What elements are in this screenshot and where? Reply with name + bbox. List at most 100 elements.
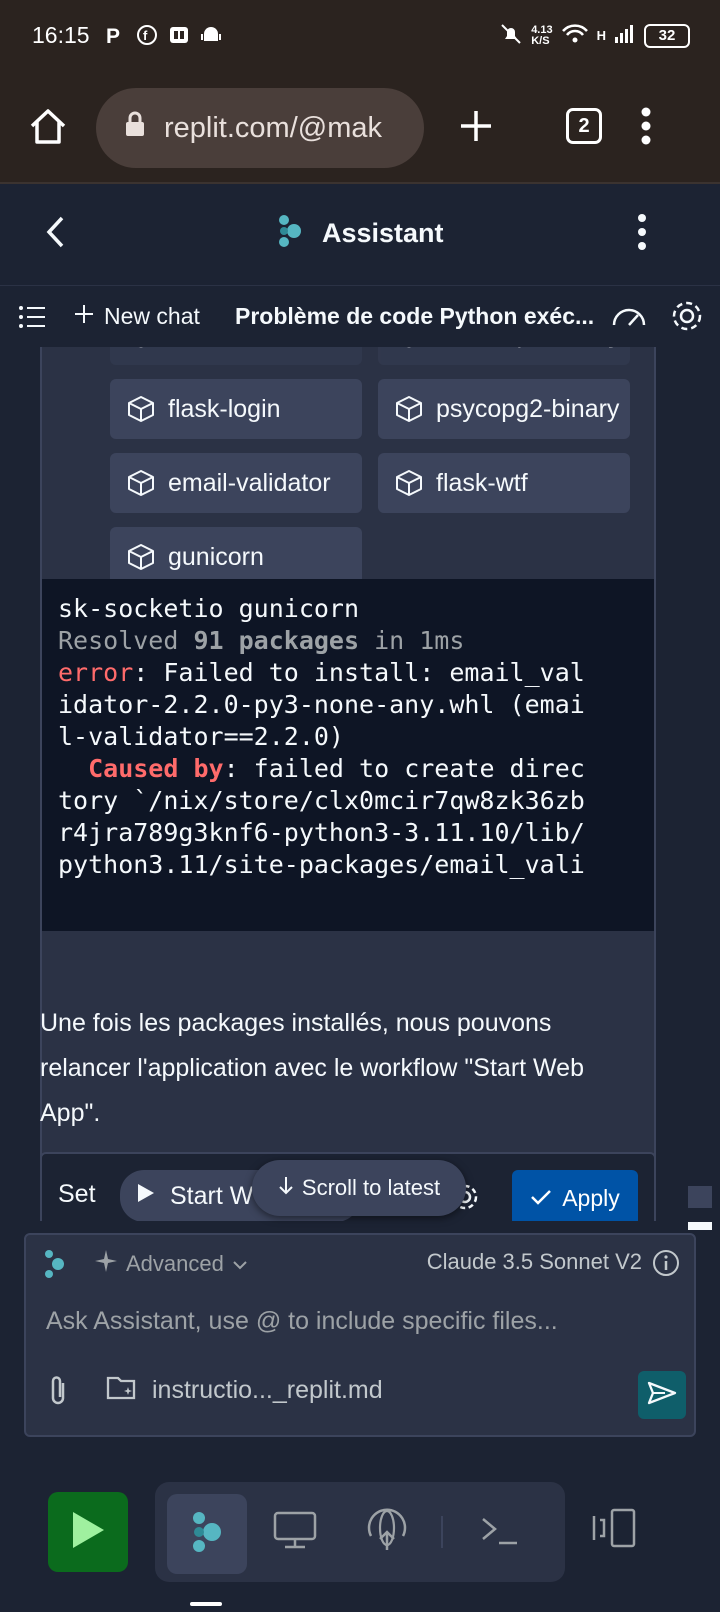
package-label: gunicorn bbox=[168, 542, 264, 571]
package-chip[interactable]: gunicorn bbox=[110, 527, 362, 587]
dock-shell-tab[interactable] bbox=[473, 1506, 525, 1558]
dock-webview-tab[interactable] bbox=[269, 1506, 321, 1558]
status-time: 16:15 bbox=[32, 22, 90, 48]
status-right: 4.13 K/S H 32 bbox=[499, 22, 690, 49]
terminal-line: python3.11/site-packages/email_vali bbox=[58, 850, 585, 879]
network-type: H bbox=[596, 28, 606, 43]
assistant-header: Assistant bbox=[0, 186, 720, 286]
package-chip[interactable]: flask-login bbox=[110, 379, 362, 439]
url-bar[interactable]: replit.com/@mak bbox=[96, 88, 424, 168]
new-tab-icon[interactable] bbox=[458, 108, 494, 149]
panel-layout-icon[interactable] bbox=[590, 1508, 638, 1553]
apply-button[interactable]: Apply bbox=[512, 1170, 638, 1221]
browser-menu-icon[interactable] bbox=[640, 106, 652, 151]
play-icon bbox=[136, 1182, 156, 1211]
settings-gear-icon[interactable] bbox=[670, 299, 704, 338]
signal-icon bbox=[614, 23, 636, 48]
url-text: replit.com/@mak bbox=[164, 111, 382, 144]
terminal-text: : Failed to install: email_val bbox=[133, 658, 585, 687]
lock-icon bbox=[124, 111, 146, 145]
package-label: flask-wtf bbox=[436, 468, 528, 497]
terminal-line: r4jra789g3knf6-python3-3.11.10/lib/ bbox=[58, 818, 585, 847]
terminal-line: Caused by: failed to create direc bbox=[58, 753, 654, 785]
chat-input-panel: Advanced Claude 3.5 Sonnet V2 Ask Assist… bbox=[24, 1233, 696, 1437]
apply-label: Apply bbox=[562, 1184, 620, 1211]
package-chip[interactable]: psycopg2-binary bbox=[378, 379, 630, 439]
workflow-chip-label: Start W bbox=[170, 1181, 254, 1210]
package-label: flask-sqlalchemy bbox=[436, 347, 621, 350]
net-speed-value: 4.13 bbox=[531, 23, 553, 36]
chevron-down-icon bbox=[232, 1251, 248, 1277]
assistant-logo-icon bbox=[191, 1510, 223, 1559]
attached-file-chip[interactable]: instructio..._replit.md bbox=[106, 1373, 383, 1408]
browser-toolbar: replit.com/@mak 2 bbox=[0, 72, 720, 184]
terminal-line: tory `/nix/store/clx0mcir7qw8zk36zb bbox=[58, 786, 585, 815]
model-selector[interactable]: Claude 3.5 Sonnet V2 bbox=[427, 1249, 642, 1275]
back-chevron-icon[interactable] bbox=[44, 214, 68, 255]
folder-sparkle-icon bbox=[106, 1373, 138, 1408]
assistant-menu-icon[interactable] bbox=[636, 212, 648, 257]
new-chat-button[interactable]: New chat bbox=[74, 303, 200, 330]
send-button[interactable] bbox=[638, 1371, 686, 1419]
package-chip[interactable]: email-validator bbox=[110, 453, 362, 513]
news-icon bbox=[168, 24, 190, 46]
terminal-line: idator-2.2.0-py3-none-any.whl (emai bbox=[58, 690, 585, 719]
terminal-line: sk-socketio gunicorn bbox=[58, 594, 360, 623]
assistant-logo-icon bbox=[278, 214, 302, 253]
scroll-to-latest-label: Scroll to latest bbox=[301, 1175, 441, 1200]
terminal-line: l-validator==2.2.0) bbox=[58, 722, 344, 751]
home-icon[interactable] bbox=[28, 106, 68, 151]
package-label: email-validator bbox=[168, 468, 331, 497]
workspace-dock bbox=[155, 1482, 565, 1582]
package-box-icon bbox=[128, 396, 154, 422]
facebook-icon: f bbox=[136, 24, 158, 46]
terminal-line: error: Failed to install: email_val bbox=[58, 657, 654, 689]
svg-text:P: P bbox=[106, 25, 120, 46]
play-icon bbox=[70, 1510, 106, 1555]
scroll-marker bbox=[688, 1186, 712, 1208]
caused-by-label: Caused by bbox=[58, 754, 224, 783]
package-label: flask-socketio bbox=[168, 347, 319, 350]
deploy-globe-icon bbox=[365, 1508, 409, 1557]
send-arrow-icon bbox=[647, 1380, 677, 1411]
chat-title[interactable]: Problème de code Python exéc... bbox=[235, 303, 595, 330]
terminal-output[interactable]: sk-socketio gunicorn Resolved 91 packages… bbox=[42, 579, 654, 931]
chat-input[interactable]: Ask Assistant, use @ to include specific… bbox=[46, 1307, 558, 1336]
assistant-message-text: Une fois les packages installés, nous po… bbox=[40, 1009, 584, 1127]
terminal-prompt-icon bbox=[479, 1513, 519, 1552]
parking-icon: P bbox=[104, 24, 126, 48]
dock-assistant-tab[interactable] bbox=[167, 1494, 247, 1574]
mode-label: Advanced bbox=[126, 1251, 224, 1276]
chat-toolbar: New chat Problème de code Python exéc... bbox=[0, 287, 720, 347]
package-box-icon bbox=[406, 347, 412, 348]
run-button[interactable] bbox=[48, 1492, 128, 1572]
info-icon[interactable] bbox=[652, 1249, 680, 1282]
scroll-to-latest-button[interactable]: Scroll to latest bbox=[252, 1160, 466, 1216]
attached-file-name: instructio..._replit.md bbox=[152, 1376, 383, 1404]
mute-bell-icon bbox=[499, 22, 523, 49]
package-box-icon bbox=[396, 470, 422, 496]
usage-gauge-icon[interactable] bbox=[610, 301, 648, 336]
net-speed: 4.13 K/S bbox=[531, 23, 553, 47]
error-label: error bbox=[58, 658, 134, 687]
plus-icon bbox=[74, 303, 94, 330]
gesture-home-indicator bbox=[190, 1602, 222, 1606]
assistant-logo-icon bbox=[44, 1249, 66, 1284]
check-icon bbox=[530, 1185, 552, 1212]
status-bar: 16:15 P f 4.13 K/S H 32 bbox=[0, 0, 720, 72]
assistant-title: Assistant bbox=[322, 218, 444, 248]
package-chip[interactable]: flask-socketio bbox=[110, 347, 362, 365]
attach-paperclip-icon[interactable] bbox=[46, 1375, 70, 1412]
sparkle-icon bbox=[94, 1249, 118, 1279]
tab-switcher-button[interactable]: 2 bbox=[566, 108, 602, 144]
package-chip[interactable]: flask-sqlalchemy bbox=[378, 347, 630, 365]
package-chip[interactable]: flask-wtf bbox=[378, 453, 630, 513]
package-label: psycopg2-binary bbox=[436, 394, 620, 423]
svg-text:f: f bbox=[143, 28, 148, 43]
package-box-icon bbox=[396, 396, 422, 422]
chat-history-list-icon[interactable] bbox=[18, 305, 46, 334]
dock-deploy-tab[interactable] bbox=[361, 1506, 413, 1558]
mode-selector[interactable]: Advanced bbox=[94, 1249, 248, 1279]
terminal-text: in 1ms bbox=[359, 626, 465, 655]
chat-messages[interactable]: flask-socketio flask-sqlalchemy flask-lo… bbox=[0, 347, 720, 1221]
